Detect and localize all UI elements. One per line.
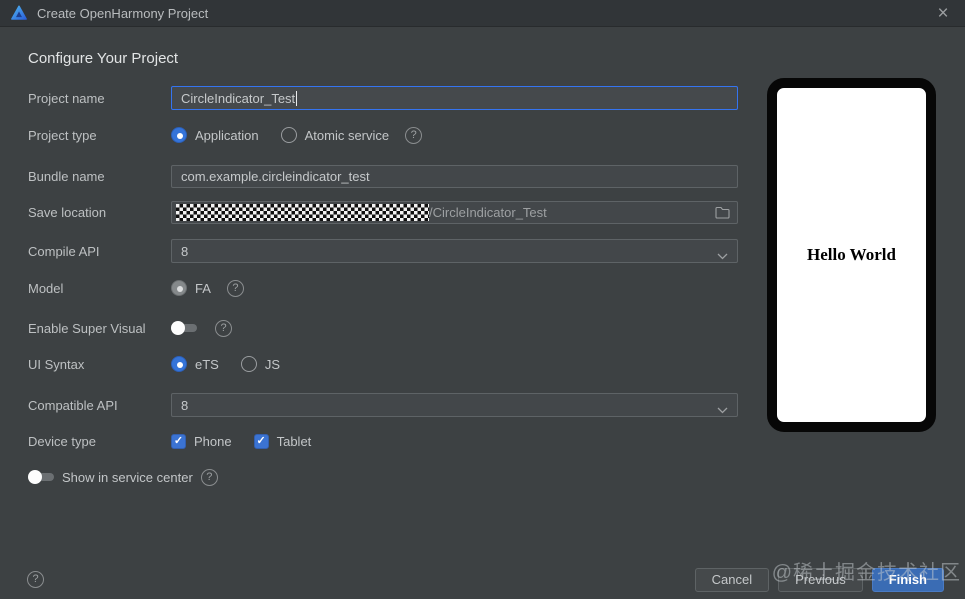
ui-syntax-radio-ets[interactable] (171, 356, 187, 372)
previous-button[interactable]: Previous (778, 568, 863, 592)
redacted-path-overlay (176, 203, 429, 221)
device-type-option-phone[interactable]: Phone (194, 434, 232, 449)
project-type-label: Project type (28, 127, 97, 143)
chevron-down-icon (717, 248, 728, 263)
save-location-suffix: /CircleIndicator_Test (429, 204, 547, 220)
project-type-help-icon[interactable]: ? (405, 126, 423, 144)
ui-syntax-row: UI Syntax eTS JS (28, 352, 280, 376)
show-in-service-center-row: Show in service center ? (28, 465, 218, 489)
save-location-input[interactable]: /CircleIndicator_Test (171, 200, 738, 224)
compatible-api-select[interactable]: 8 (171, 393, 738, 417)
project-name-label: Project name (28, 90, 105, 106)
compile-api-value: 8 (181, 243, 189, 259)
enable-super-visual-toggle[interactable] (171, 321, 197, 335)
chevron-down-icon (717, 402, 728, 417)
device-type-label: Device type (28, 433, 96, 449)
compile-api-select[interactable]: 8 (171, 239, 738, 263)
folder-browse-icon[interactable] (715, 206, 730, 219)
device-type-checkbox-phone[interactable]: ✓ (171, 433, 186, 449)
project-type-radio-application[interactable] (171, 127, 187, 143)
bundle-name-row: Bundle name com.example.circleindicator_… (28, 164, 738, 188)
save-location-row: Save location /CircleIndicator_Test (28, 200, 738, 224)
compatible-api-value: 8 (181, 397, 189, 413)
save-location-label: Save location (28, 204, 107, 220)
ui-syntax-label: UI Syntax (28, 356, 85, 372)
footer-buttons: Cancel Previous Finish (694, 568, 944, 592)
deveco-studio-logo-icon (11, 5, 27, 20)
text-caret (296, 90, 298, 106)
dialog-help-icon[interactable]: ? (27, 571, 44, 588)
page-title: Configure Your Project (28, 50, 179, 67)
preview-screen-text: Hello World (807, 245, 896, 264)
finish-button[interactable]: Finish (871, 568, 944, 592)
create-openharmony-project-dialog: Create OpenHarmony Project × Configure Y… (0, 0, 965, 599)
ui-syntax-radio-js[interactable] (240, 356, 257, 372)
ui-syntax-option-ets[interactable]: eTS (195, 357, 219, 372)
toggle-knob (171, 321, 185, 335)
device-type-checkbox-tablet[interactable]: ✓ (253, 433, 269, 449)
window-title: Create OpenHarmony Project (37, 5, 209, 21)
bundle-name-label: Bundle name (28, 168, 105, 184)
project-type-row: Project type Application Atomic service … (28, 123, 423, 147)
show-in-service-center-help-icon[interactable]: ? (200, 468, 218, 486)
compile-api-label: Compile API (28, 243, 100, 259)
model-help-icon[interactable]: ? (226, 279, 244, 297)
compatible-api-label: Compatible API (28, 397, 118, 413)
project-type-option-atomic-service[interactable]: Atomic service (305, 128, 390, 143)
model-radio-fa[interactable] (171, 280, 187, 296)
model-option-fa[interactable]: FA (195, 281, 211, 296)
toggle-knob (28, 470, 42, 484)
close-icon[interactable]: × (931, 2, 955, 26)
bundle-name-value: com.example.circleindicator_test (181, 168, 370, 184)
device-type-row: Device type ✓ Phone ✓ Tablet (28, 429, 311, 453)
model-label: Model (28, 280, 64, 296)
enable-super-visual-row: Enable Super Visual ? (28, 316, 232, 340)
ui-syntax-option-js[interactable]: JS (265, 357, 280, 372)
compatible-api-row: Compatible API 8 (28, 393, 738, 417)
project-name-row: Project name CircleIndicator_Test (28, 86, 738, 110)
project-name-value: CircleIndicator_Test (181, 90, 296, 106)
compile-api-row: Compile API 8 (28, 239, 738, 263)
device-preview: Hello World (767, 78, 936, 432)
show-in-service-center-toggle[interactable] (28, 470, 54, 484)
project-type-option-application[interactable]: Application (195, 128, 259, 143)
bundle-name-input[interactable]: com.example.circleindicator_test (171, 164, 738, 188)
titlebar: Create OpenHarmony Project × (0, 0, 965, 27)
device-type-option-tablet[interactable]: Tablet (277, 434, 312, 449)
project-name-input[interactable]: CircleIndicator_Test (171, 86, 738, 110)
project-type-radio-atomic-service[interactable] (280, 127, 297, 143)
enable-super-visual-label: Enable Super Visual (28, 320, 146, 336)
show-in-service-center-label: Show in service center (62, 469, 193, 485)
enable-super-visual-help-icon[interactable]: ? (215, 319, 232, 337)
cancel-button[interactable]: Cancel (694, 568, 770, 592)
model-row: Model FA ? (28, 276, 244, 300)
